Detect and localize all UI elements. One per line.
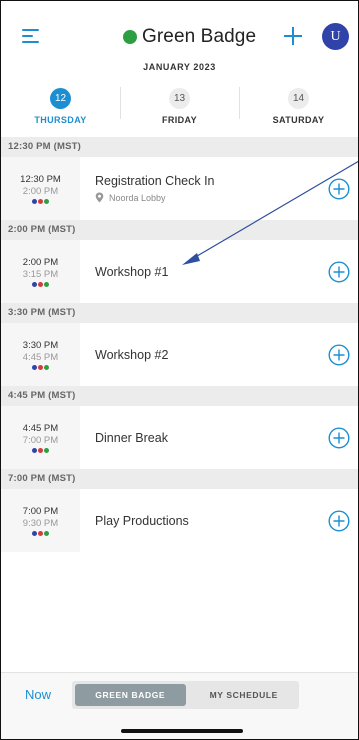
day-name: FRIDAY (161, 115, 198, 125)
tab-my-schedule[interactable]: MY SCHEDULE (189, 681, 300, 709)
add-to-schedule-icon[interactable] (328, 343, 350, 366)
month-label: JANUARY 2023 (143, 62, 216, 72)
track-dots (32, 447, 49, 453)
track-dots (32, 530, 49, 536)
page-title: Green Badge (142, 26, 257, 47)
start-time: 2:00 PM (22, 256, 59, 268)
track-dot (44, 281, 49, 287)
add-to-schedule-icon[interactable] (328, 426, 350, 449)
schedule-row[interactable]: 4:45 PM 7:00 PM Dinner Break (1, 406, 358, 469)
tab-green-badge[interactable]: GREEN BADGE (75, 684, 186, 706)
day-number: 14 (288, 88, 309, 109)
event-title: Workshop #2 (95, 347, 169, 362)
schedule-row[interactable]: 3:30 PM 4:45 PM Workshop #2 (1, 323, 358, 386)
end-time: 7:00 PM (22, 434, 59, 446)
time-column: 12:30 PM 2:00 PM (1, 157, 80, 220)
start-time: 7:00 PM (22, 505, 59, 517)
event-title: Play Productions (95, 513, 189, 528)
end-time: 4:45 PM (22, 351, 59, 363)
track-dot (32, 364, 37, 370)
track-dot (38, 530, 43, 536)
avatar[interactable]: U (322, 23, 349, 50)
track-dot (44, 198, 49, 204)
day-name: SATURDAY (272, 115, 325, 125)
time-slot-header: 7:00 PM (MST) (1, 469, 358, 489)
time-column: 4:45 PM 7:00 PM (1, 406, 80, 469)
start-time: 4:45 PM (22, 422, 59, 434)
time-slot-header: 12:30 PM (MST) (1, 137, 358, 157)
track-dot (38, 364, 43, 370)
track-dot (44, 530, 49, 536)
event-location: Noorda Lobby (95, 192, 358, 203)
track-dots (32, 281, 49, 287)
track-dots (32, 198, 49, 204)
add-icon[interactable] (284, 27, 302, 45)
end-time: 3:15 PM (22, 268, 59, 280)
time-slot-header: 2:00 PM (MST) (1, 220, 358, 240)
tab-day-12[interactable]: 12 THURSDAY (1, 83, 120, 129)
schedule-row[interactable]: 2:00 PM 3:15 PM Workshop #1 (1, 240, 358, 303)
schedule-row[interactable]: 12:30 PM 2:00 PM Registration Check In N… (1, 157, 358, 220)
track-dot (44, 447, 49, 453)
event-title: Registration Check In (95, 174, 215, 188)
badge-title: Green Badge (123, 26, 256, 48)
schedule-toggle: GREEN BADGE MY SCHEDULE (72, 681, 299, 709)
green-badge-dot-icon (123, 30, 137, 44)
menu-icon[interactable] (22, 29, 39, 43)
tab-day-14[interactable]: 14 SATURDAY (239, 83, 358, 129)
location-pin-icon (95, 192, 104, 203)
day-number: 12 (50, 88, 71, 109)
start-time: 3:30 PM (22, 339, 59, 351)
time-column: 2:00 PM 3:15 PM (1, 240, 80, 303)
track-dot (44, 364, 49, 370)
home-indicator[interactable] (121, 729, 243, 733)
add-to-schedule-icon[interactable] (328, 260, 350, 283)
time-slot-header: 4:45 PM (MST) (1, 386, 358, 406)
event-title: Dinner Break (95, 430, 168, 445)
start-time: 12:30 PM (20, 173, 61, 185)
add-to-schedule-icon[interactable] (328, 177, 350, 200)
track-dot (32, 447, 37, 453)
add-to-schedule-icon[interactable] (328, 509, 350, 532)
day-name: THURSDAY (34, 115, 87, 125)
app-frame: Green Badge U JANUARY 2023 12 THURSDAY 1… (0, 0, 359, 740)
track-dot (32, 281, 37, 287)
now-button[interactable]: Now (25, 687, 51, 702)
track-dot (32, 198, 37, 204)
day-tabs: 12 THURSDAY 13 FRIDAY 14 SATURDAY (1, 83, 358, 129)
event-title: Workshop #1 (95, 264, 169, 279)
track-dot (38, 447, 43, 453)
track-dot (38, 281, 43, 287)
track-dots (32, 364, 49, 370)
tab-day-13[interactable]: 13 FRIDAY (120, 83, 239, 129)
app-header: Green Badge U (1, 1, 358, 53)
bottom-bar: Now GREEN BADGE MY SCHEDULE (1, 672, 358, 739)
end-time: 9:30 PM (22, 517, 59, 529)
schedule-row[interactable]: 7:00 PM 9:30 PM Play Productions (1, 489, 358, 552)
time-slot-header: 3:30 PM (MST) (1, 303, 358, 323)
schedule-list: 12:30 PM (MST) 12:30 PM 2:00 PM Registra… (1, 137, 358, 552)
track-dot (32, 530, 37, 536)
end-time: 2:00 PM (22, 185, 59, 197)
time-column: 7:00 PM 9:30 PM (1, 489, 80, 552)
time-column: 3:30 PM 4:45 PM (1, 323, 80, 386)
day-number: 13 (169, 88, 190, 109)
location-label: Noorda Lobby (109, 192, 166, 203)
track-dot (38, 198, 43, 204)
